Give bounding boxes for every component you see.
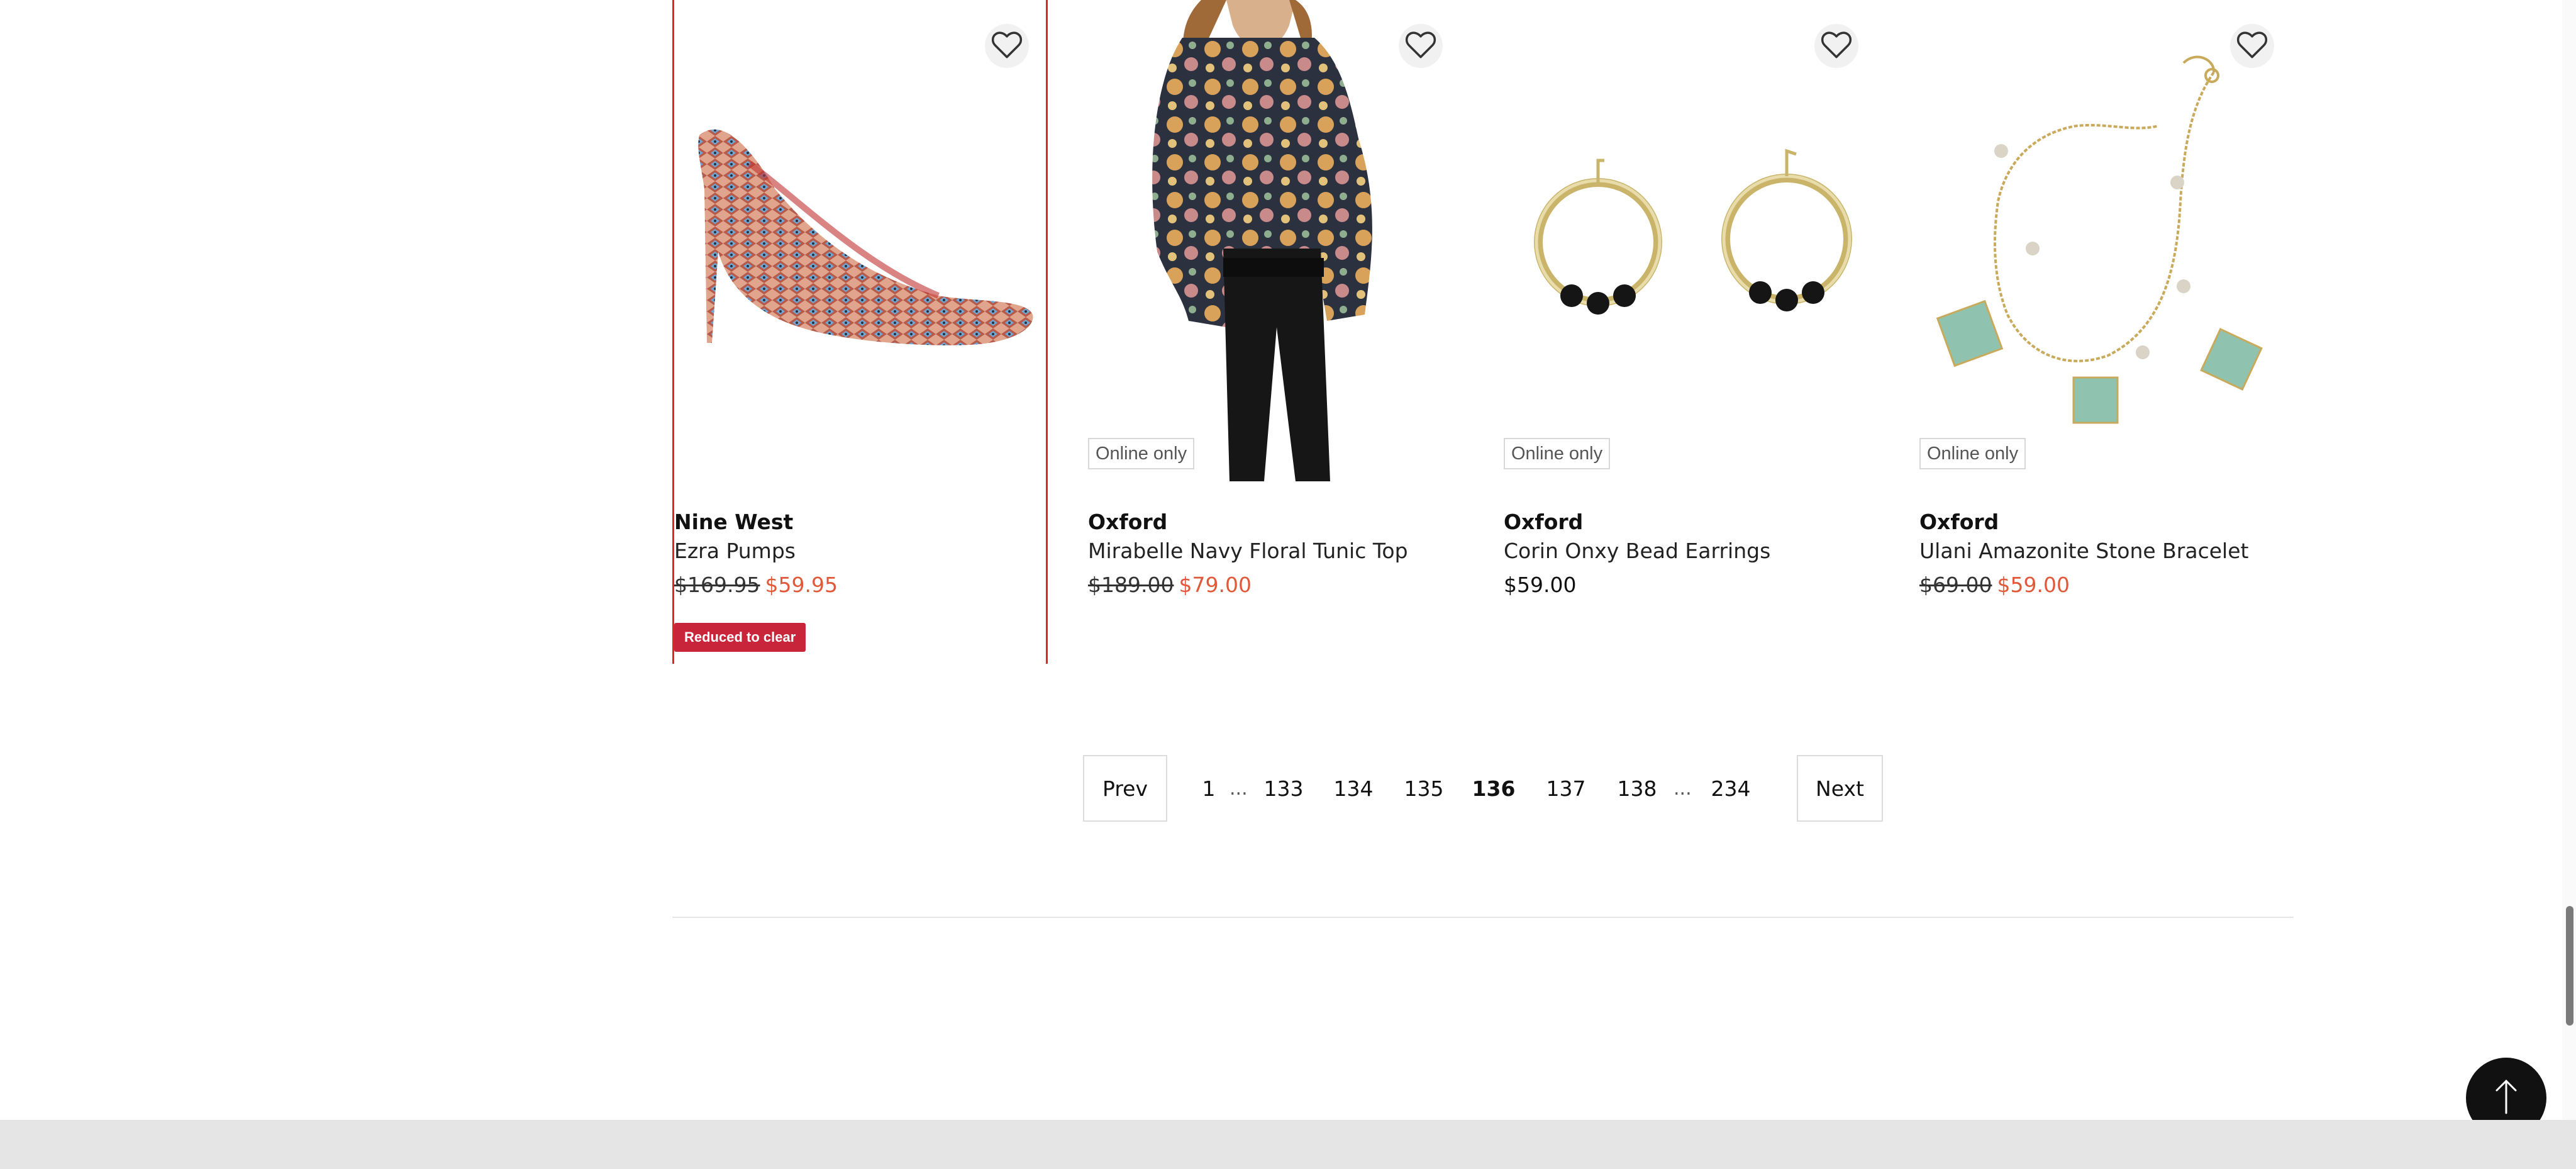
prev-page-button[interactable]: Prev	[1083, 755, 1167, 822]
arrow-up-icon	[2492, 1078, 2521, 1118]
page-link-138[interactable]: 138	[1614, 755, 1660, 822]
product-brand: Oxford	[1088, 510, 1168, 534]
product-name[interactable]: Ezra Pumps	[674, 539, 796, 563]
page-link-137[interactable]: 137	[1543, 755, 1589, 822]
product-image-ezra-pumps[interactable]	[674, 0, 1050, 481]
page-link-1[interactable]: 1	[1196, 755, 1221, 822]
wishlist-button[interactable]	[1399, 24, 1443, 68]
page-link-134[interactable]: 134	[1330, 755, 1377, 822]
product-card-mirabelle-top[interactable]: Online only Oxford Mirabelle Navy Floral…	[1088, 0, 1463, 664]
heart-outline-icon	[1404, 30, 1438, 62]
page-link-135[interactable]: 135	[1401, 755, 1447, 822]
online-only-badge: Online only	[1919, 438, 2026, 469]
was-price: $169.95	[674, 573, 760, 597]
reduced-to-clear-badge: Reduced to clear	[674, 623, 806, 652]
product-image-mirabelle-top[interactable]	[1088, 0, 1463, 481]
wishlist-button[interactable]	[1814, 24, 1858, 68]
product-card-corin-earrings[interactable]: Online only Oxford Corin Onxy Bead Earri…	[1504, 0, 1879, 664]
product-prices: $69.00 $59.00	[1919, 573, 2070, 597]
was-price: $69.00	[1919, 573, 1992, 597]
heart-outline-icon	[990, 30, 1024, 62]
page-link-133[interactable]: 133	[1260, 755, 1307, 822]
pagination: Prev 1 ... 133 134 135 136 137 138 ... 2…	[0, 755, 2576, 823]
section-divider	[672, 917, 2294, 918]
was-price: $189.00	[1088, 573, 1174, 597]
wishlist-button[interactable]	[985, 24, 1029, 68]
page-scrollbar[interactable]	[2562, 0, 2576, 1169]
online-only-badge: Online only	[1504, 438, 1611, 469]
product-name[interactable]: Mirabelle Navy Floral Tunic Top	[1088, 539, 1408, 563]
pagination-ellipsis: ...	[1674, 777, 1692, 800]
wishlist-button[interactable]	[2230, 24, 2274, 68]
product-name[interactable]: Corin Onxy Bead Earrings	[1504, 539, 1770, 563]
footer	[0, 1120, 2576, 1169]
product-card-ezra-pumps[interactable]: Nine West Ezra Pumps $169.95 $59.95 Reduc…	[672, 0, 1048, 664]
next-page-button[interactable]: Next	[1797, 755, 1883, 822]
pagination-ellipsis: ...	[1230, 777, 1248, 800]
online-only-badge: Online only	[1088, 438, 1195, 469]
product-name[interactable]: Ulani Amazonite Stone Bracelet	[1919, 539, 2248, 563]
product-brand: Nine West	[674, 510, 794, 534]
product-prices: $169.95 $59.95	[674, 573, 838, 597]
sale-price: $59.00	[1997, 573, 2070, 597]
product-prices: $189.00 $79.00	[1088, 573, 1252, 597]
product-card-ulani-bracelet[interactable]: Online only Oxford Ulani Amazonite Stone…	[1919, 0, 2295, 664]
heart-outline-icon	[2235, 30, 2269, 62]
sale-price: $59.95	[765, 573, 838, 597]
product-brand: Oxford	[1504, 510, 1584, 534]
sale-price: $79.00	[1179, 573, 1252, 597]
page-link-current[interactable]: 136	[1470, 755, 1517, 822]
product-image-corin-earrings[interactable]	[1504, 0, 1879, 481]
heart-outline-icon	[1819, 30, 1853, 62]
product-image-ulani-bracelet[interactable]	[1919, 0, 2295, 481]
scrollbar-thumb[interactable]	[2566, 906, 2573, 1026]
product-prices: $59.00	[1504, 573, 1576, 597]
product-brand: Oxford	[1919, 510, 1999, 534]
price: $59.00	[1504, 573, 1577, 597]
page-link-234[interactable]: 234	[1707, 755, 1754, 822]
product-grid: Nine West Ezra Pumps $169.95 $59.95 Reduc…	[672, 0, 2295, 664]
